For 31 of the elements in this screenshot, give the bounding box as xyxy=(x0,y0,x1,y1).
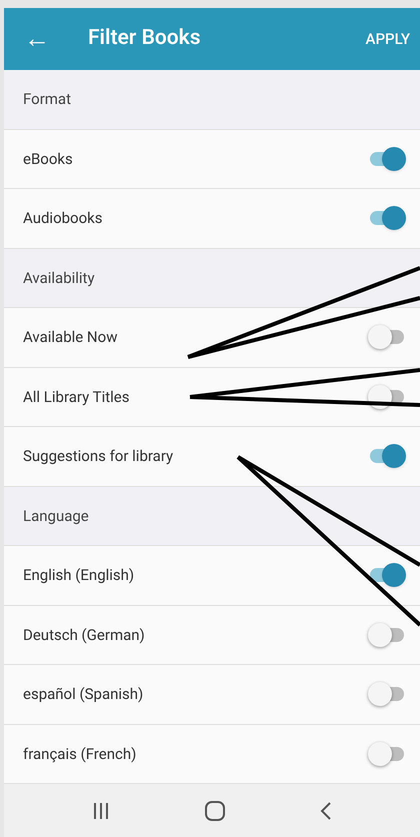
filter-row[interactable]: Deutsch (German) xyxy=(4,606,420,665)
back-icon[interactable] xyxy=(320,802,332,820)
filter-row[interactable]: All Library Titles xyxy=(4,368,420,427)
toggle-switch[interactable] xyxy=(368,206,406,230)
toggle-switch[interactable] xyxy=(368,444,406,468)
section-label: Availability xyxy=(23,268,95,288)
filter-label: Available Now xyxy=(23,327,118,348)
toggle-switch[interactable] xyxy=(368,682,406,706)
recent-apps-icon[interactable] xyxy=(92,802,110,820)
filter-label: français (French) xyxy=(23,744,138,764)
toggle-switch[interactable] xyxy=(368,622,406,647)
home-icon[interactable] xyxy=(204,800,225,820)
filter-row[interactable]: English (English) xyxy=(4,546,420,606)
toggle-switch[interactable] xyxy=(368,384,406,409)
filter-row[interactable]: Available Now xyxy=(4,308,420,368)
toggle-switch[interactable] xyxy=(368,563,406,588)
toggle-switch[interactable] xyxy=(368,146,406,171)
filter-label: Audiobooks xyxy=(23,208,104,229)
filter-label: Suggestions for library xyxy=(23,446,174,467)
filter-row[interactable]: español (Spanish) xyxy=(4,665,420,724)
section-label: Language xyxy=(23,506,89,526)
section-label: Format xyxy=(23,89,71,110)
filter-label: Deutsch (German) xyxy=(23,624,146,646)
filter-row[interactable]: eBooks xyxy=(4,130,420,189)
page-title: Filter Books xyxy=(88,25,202,52)
toggle-switch[interactable] xyxy=(368,325,406,350)
toggle-switch[interactable] xyxy=(368,742,406,766)
filter-label: español (Spanish) xyxy=(23,684,144,705)
filter-label: All Library Titles xyxy=(23,386,130,408)
filter-label: eBooks xyxy=(23,148,74,170)
filter-label: English (English) xyxy=(23,565,136,586)
